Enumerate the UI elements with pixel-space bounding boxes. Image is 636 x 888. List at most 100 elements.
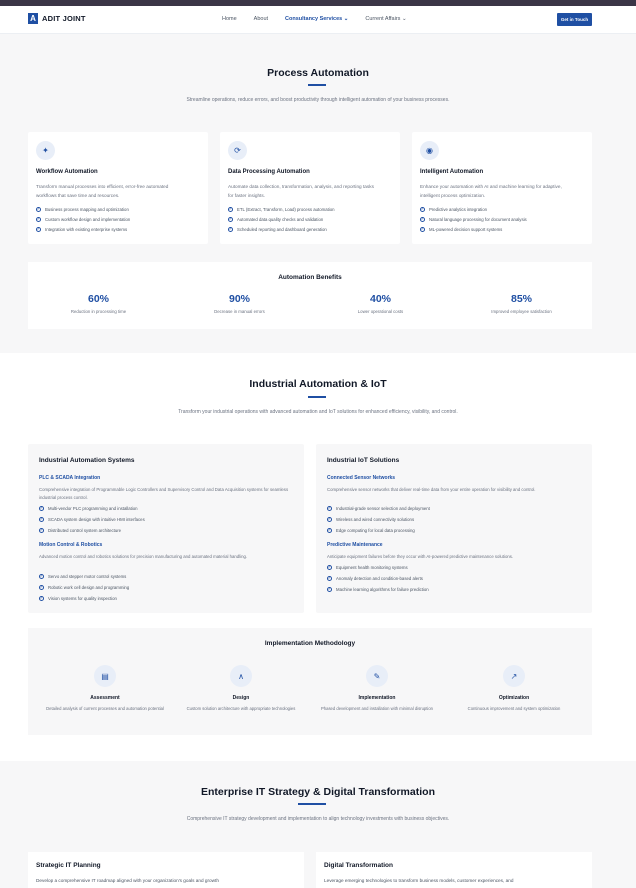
panel-title: Industrial IoT Solutions: [327, 457, 400, 464]
stat-value: 60%: [87, 293, 109, 305]
check-circle-icon: ✓: [228, 216, 233, 222]
feature-text: Automated data quality checks and valida…: [237, 217, 324, 222]
nav-link-current-affairs[interactable]: Current Affairs ⌄: [365, 16, 406, 22]
check-circle-icon: ✓: [327, 516, 332, 522]
logo-icon: A: [28, 13, 38, 24]
chevron-down-icon: ⌄: [343, 16, 349, 22]
step-desc: Phased development and installation with…: [321, 706, 433, 711]
step-title: Optimization: [498, 695, 530, 701]
check-circle-icon: ✓: [327, 505, 332, 511]
check-circle-icon: ✓: [36, 206, 41, 212]
panel-title: Industrial Automation Systems: [39, 457, 135, 464]
section-subtitle: Transform your industrial operations wit…: [178, 409, 458, 415]
nav-links: Home About Consultancy Services ⌄ Curren…: [222, 16, 424, 22]
card-digital-transformation: Digital Transformation Leverage emerging…: [316, 852, 592, 888]
check-circle-icon: ✓: [39, 527, 44, 533]
stat-label: Improved employee satisfaction: [491, 309, 552, 314]
card-desc: Develop a comprehensive IT roadmap align…: [36, 878, 219, 883]
feature-text: Integration with existing enterprise sys…: [45, 227, 128, 232]
section-title: Industrial Automation & IoT: [249, 378, 387, 390]
title-underline: [298, 803, 326, 805]
check-circle-icon: ✓: [39, 584, 44, 590]
check-circle-icon: ✓: [327, 527, 332, 533]
feature-item: ✓ Multi-vendor PLC programming and instal…: [39, 506, 138, 511]
logo[interactable]: A ADIT JOINT: [28, 13, 86, 24]
feature-text: ETL (Extract, Transform, Load) process a…: [237, 207, 335, 212]
card-desc: Automate data collection, transformation…: [228, 184, 374, 198]
step-design: ∧ Design Custom solution architecture wi…: [171, 665, 311, 713]
stat-value: 90%: [228, 293, 250, 305]
feature-text: Anomaly detection and condition-based al…: [336, 576, 423, 581]
nav-link-consultancy-label: Consultancy Services: [285, 16, 343, 22]
card-data-processing: ⟳ Data Processing Automation Automate da…: [220, 132, 400, 244]
card-title: Data Processing Automation: [228, 169, 310, 175]
group-title: Predictive Maintenance: [327, 542, 383, 548]
stat: 90% Decrease in manual errors: [169, 293, 310, 314]
card-title: Intelligent Automation: [420, 169, 484, 175]
clipboard-icon: ▤: [94, 665, 116, 687]
magic-wand-icon: ✦: [36, 141, 55, 160]
feature-item: ✓ Wireless and wired connectivity solutio…: [327, 517, 414, 522]
enterprise-it-section: Enterprise IT Strategy & Digital Transfo…: [0, 761, 636, 888]
check-circle-icon: ✓: [327, 586, 332, 592]
step-desc: Custom solution architecture with approp…: [186, 706, 296, 711]
group-desc: Comprehensive sensor networks that deliv…: [327, 487, 536, 492]
group-desc: Advanced motion control and robotics sol…: [39, 554, 248, 559]
check-circle-icon: ✓: [420, 226, 425, 232]
check-circle-icon: ✓: [228, 226, 233, 232]
feature-text: ML-powered decision support systems: [429, 227, 503, 232]
section-subtitle: Comprehensive IT strategy development an…: [186, 816, 450, 822]
check-circle-icon: ✓: [327, 564, 332, 570]
card-strategic-it: Strategic IT Planning Develop a comprehe…: [28, 852, 304, 888]
feature-text: Scheduled reporting and dashboard genera…: [237, 227, 327, 232]
stat-label: Lower operational costs: [357, 309, 404, 314]
nav-link-home[interactable]: Home: [222, 16, 237, 22]
industrial-iot-section: Industrial Automation & IoT Transform yo…: [0, 353, 636, 761]
card-workflow: ✦ Workflow Automation Transform manual p…: [28, 132, 208, 244]
panel-industrial-automation: Industrial Automation Systems PLC & SCAD…: [28, 444, 304, 613]
chevron-down-icon: ⌄: [401, 16, 407, 22]
feature-item: ✓ Robotic work cell design and programmin…: [39, 585, 129, 590]
check-circle-icon: ✓: [39, 573, 44, 579]
check-circle-icon: ✓: [39, 516, 44, 522]
section-subtitle: Streamline operations, reduce errors, an…: [186, 97, 450, 103]
step-title: Design: [232, 695, 250, 701]
check-circle-icon: ✓: [420, 206, 425, 212]
automation-benefits: Automation Benefits 60% Reduction in pro…: [28, 262, 592, 329]
group-desc: Comprehensive integration of Programmabl…: [39, 487, 289, 500]
feature-item: ✓ Anomaly detection and condition-based a…: [327, 576, 423, 581]
panel-industrial-iot: Industrial IoT Solutions Connected Senso…: [316, 444, 592, 613]
group-title: Motion Control & Robotics: [39, 542, 103, 548]
feature-item: ✓ ETL (Extract, Transform, Load) process …: [228, 207, 335, 212]
step-optimization: ↗ Optimization Continuous improvement an…: [444, 665, 584, 713]
chart-line-icon: ↗: [503, 665, 525, 687]
nav-link-about[interactable]: About: [254, 16, 268, 22]
feature-text: Natural language processing for document…: [429, 217, 527, 222]
step-title: Assessment: [90, 695, 120, 701]
feature-item: ✓ Industrial-grade sensor selection and d…: [327, 506, 430, 511]
feature-item: ✓ Natural language processing for documen…: [420, 217, 527, 222]
feature-item: ✓ Predictive analytics integration: [420, 207, 487, 212]
check-circle-icon: ✓: [36, 216, 41, 222]
stat: 40% Lower operational costs: [310, 293, 451, 314]
feature-text: Custom workflow design and implementatio…: [45, 217, 131, 222]
feature-text: Wireless and wired connectivity solution…: [336, 517, 415, 522]
group-title: Connected Sensor Networks: [327, 475, 396, 481]
nav-link-consultancy[interactable]: Consultancy Services ⌄: [285, 16, 348, 22]
get-in-touch-button[interactable]: Get in Touch: [557, 13, 592, 26]
card-intelligent: ◉ Intelligent Automation Enhance your au…: [412, 132, 592, 244]
sync-icon: ⟳: [228, 141, 247, 160]
feature-item: ✓ Edge computing for local data processin…: [327, 528, 415, 533]
methodology-title: Implementation Methodology: [264, 640, 356, 647]
step-desc: Continuous improvement and system optimi…: [467, 706, 561, 711]
check-circle-icon: ✓: [228, 206, 233, 212]
stat: 85% Improved employee satisfaction: [451, 293, 592, 314]
check-circle-icon: ✓: [36, 226, 41, 232]
feature-text: Business process mapping and optimizatio…: [45, 207, 129, 212]
implementation-methodology: Implementation Methodology ▤ Assessment …: [28, 628, 592, 735]
feature-text: Distributed control system architecture: [48, 528, 122, 533]
feature-item: ✓ SCADA system design with intuitive HMI …: [39, 517, 145, 522]
check-circle-icon: ✓: [327, 575, 332, 581]
feature-item: ✓ Business process mapping and optimizati…: [36, 207, 129, 212]
feature-text: Edge computing for local data processing: [336, 528, 415, 533]
